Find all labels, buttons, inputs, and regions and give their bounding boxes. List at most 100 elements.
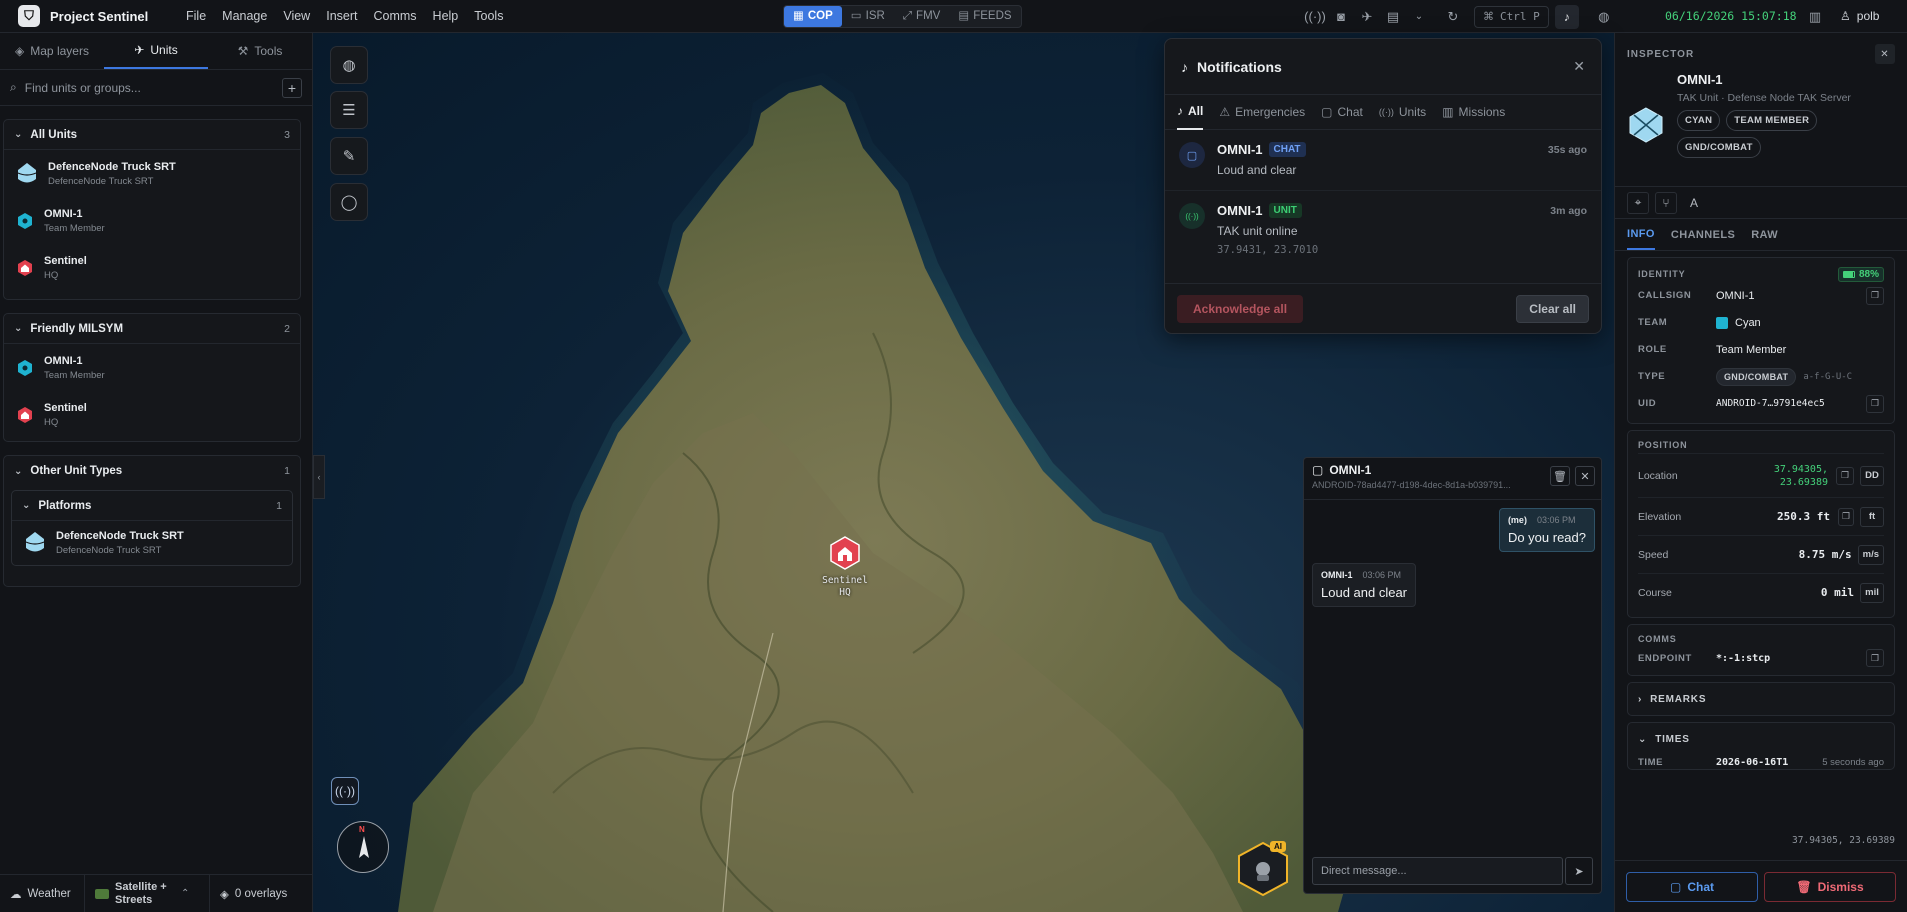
list-item[interactable]: DefenceNode Truck SRT DefenceNode Truck S… <box>12 521 292 565</box>
menu-manage[interactable]: Manage <box>214 0 275 33</box>
tab-raw[interactable]: RAW <box>1751 219 1778 250</box>
acknowledge-all-button[interactable]: Acknowledge all <box>1177 294 1304 323</box>
copy-location-button[interactable]: ❐ <box>1836 466 1854 485</box>
filter-tool-button[interactable]: ☰ <box>330 91 368 129</box>
tab-tools[interactable]: ⚒ Tools <box>208 33 312 69</box>
elevation-unit-button[interactable]: ft <box>1860 506 1884 527</box>
list-item[interactable]: OMNI-1 Team Member <box>4 197 300 244</box>
menu-tools[interactable]: Tools <box>466 0 511 33</box>
chat-icon: ▢ <box>1179 142 1205 168</box>
signal-icon: ((·)) <box>335 784 355 798</box>
close-notifications-button[interactable]: ✕ <box>1573 58 1585 75</box>
chat-uid: ANDROID-78ad4477-d198-4dec-8d1a-b039791.… <box>1312 480 1511 490</box>
tab-map-layers[interactable]: ◈ Map layers <box>0 33 104 69</box>
unit-badge: UNIT <box>1268 203 1302 218</box>
drone-icon[interactable]: ✈ <box>1354 0 1380 33</box>
dismiss-button[interactable]: 🗑 Dismiss <box>1764 871 1896 902</box>
mode-fmv-button[interactable]: ⤢ FMV <box>894 6 949 27</box>
tab-units[interactable]: ((·)) Units <box>1379 95 1426 130</box>
copy-uid-button[interactable]: ❐ <box>1866 394 1884 413</box>
sentinel-hq-marker[interactable] <box>829 536 861 570</box>
mode-cop-button[interactable]: ▦ COP <box>784 6 842 27</box>
label-button[interactable]: A <box>1683 192 1705 214</box>
camera-icon[interactable]: ◙ <box>1328 0 1354 33</box>
menu-file[interactable]: File <box>178 0 214 33</box>
position-card: POSITION Location 37.94305, 23.69389 ❐ DD… <box>1627 430 1895 618</box>
bell-icon: ♪ <box>1177 104 1183 118</box>
layout-icon[interactable]: ▤ <box>1380 0 1406 33</box>
remarks-section[interactable]: › REMARKS <box>1627 682 1895 716</box>
tab-all[interactable]: ♪ All <box>1177 95 1204 130</box>
chevron-down-icon[interactable]: ⌄ <box>1406 0 1432 33</box>
send-message-button[interactable]: ➤ <box>1565 857 1593 885</box>
group-header-all-units[interactable]: ⌄ All Units 3 <box>4 120 300 150</box>
menu-help[interactable]: Help <box>425 0 467 33</box>
type-row: TYPE GND/COMBAT a-f-G-U-C <box>1638 363 1884 390</box>
group-header-other[interactable]: ⌄ Other Unit Types 1 <box>4 456 300 486</box>
notification-tabs: ♪ All ⚠ Emergencies ▢ Chat ((·)) Units ▥ Miss… <box>1165 95 1601 130</box>
tab-info[interactable]: INFO <box>1627 219 1655 250</box>
list-item[interactable]: OMNI-1 Team Member <box>4 344 300 391</box>
tab-chat[interactable]: ▢ Chat <box>1321 95 1363 130</box>
comment-tool-button[interactable]: ◯ <box>330 183 368 221</box>
copy-elevation-button[interactable]: ❐ <box>1838 507 1854 526</box>
group-header-platforms[interactable]: ⌄ Platforms 1 <box>12 491 292 521</box>
center-on-unit-button[interactable]: ⌖ <box>1627 191 1649 214</box>
username: polb <box>1856 9 1880 23</box>
copy-endpoint-button[interactable]: ❐ <box>1866 649 1884 667</box>
globe-tool-button[interactable]: ◍ <box>330 46 368 84</box>
compass[interactable]: N <box>337 821 389 873</box>
mode-feeds-button[interactable]: ▤ FEEDS <box>949 6 1020 27</box>
route-button[interactable]: ⑂ <box>1655 191 1677 214</box>
close-inspector-button[interactable]: ✕ <box>1875 44 1895 64</box>
notifications-footer: Acknowledge all Clear all <box>1165 283 1601 333</box>
close-icon: ✕ <box>1880 48 1890 60</box>
collapse-left-panel-button[interactable]: ‹ <box>313 455 325 499</box>
overlays-button[interactable]: ◈ 0 overlays <box>210 875 297 912</box>
menu-insert[interactable]: Insert <box>318 0 365 33</box>
location-format-button[interactable]: DD <box>1860 465 1884 486</box>
grid-icon: ▤ <box>958 10 970 22</box>
group-header-friendly[interactable]: ⌄ Friendly MILSYM 2 <box>4 314 300 344</box>
basemap-selector[interactable]: Satellite + Streets ⌃ <box>85 874 210 912</box>
command-palette-button[interactable]: ⌘ Ctrl P <box>1474 5 1549 28</box>
notification-item[interactable]: ((·)) OMNI-1 UNIT 3m ago TAK unit online… <box>1165 191 1601 273</box>
notifications-bell-icon[interactable]: ♪ <box>1554 4 1579 29</box>
app-logo-icon[interactable]: ⛉ <box>18 5 40 27</box>
bell-icon: ♪ <box>1181 58 1188 75</box>
close-chat-button[interactable]: ✕ <box>1575 466 1595 486</box>
add-group-button[interactable]: + <box>282 77 302 98</box>
user-menu[interactable]: ♙ polb <box>1840 9 1879 23</box>
menu-view[interactable]: View <box>275 0 318 33</box>
copy-callsign-button[interactable]: ❐ <box>1866 286 1884 305</box>
tab-missions[interactable]: ▥ Missions <box>1442 95 1505 130</box>
unit-search-input[interactable] <box>24 80 274 95</box>
book-icon[interactable]: ▥ <box>1802 0 1828 33</box>
list-item[interactable]: Sentinel HQ <box>4 391 300 438</box>
tab-channels[interactable]: CHANNELS <box>1671 219 1735 250</box>
menu-comms[interactable]: Comms <box>365 0 424 33</box>
delete-chat-button[interactable]: 🗑 <box>1550 466 1570 486</box>
globe-icon[interactable]: ◍ <box>1591 0 1617 33</box>
monitor-icon: ▭ <box>850 10 862 22</box>
speed-unit-button[interactable]: m/s <box>1857 544 1884 565</box>
direct-message-input[interactable] <box>1312 857 1563 885</box>
menu-bar: File Manage View Insert Comms Help Tools <box>178 0 511 33</box>
layers-icon: ◈ <box>15 44 25 58</box>
broadcast-button[interactable]: ((·)) <box>331 777 359 805</box>
radio-icon[interactable]: ((·)) <box>1302 0 1328 33</box>
clear-all-button[interactable]: Clear all <box>1516 294 1589 323</box>
weather-toggle[interactable]: ☁ Weather <box>0 874 85 912</box>
unit-symbol-icon <box>1629 107 1663 143</box>
mode-isr-button[interactable]: ▭ ISR <box>842 6 894 27</box>
notification-item[interactable]: ▢ OMNI-1 CHAT 35s ago Loud and clear <box>1165 130 1601 191</box>
chat-button[interactable]: ▢ Chat <box>1626 871 1758 902</box>
draw-tool-button[interactable]: ✎ <box>330 137 368 175</box>
course-unit-button[interactable]: mil <box>1860 582 1884 603</box>
times-toggle[interactable]: ⌄ TIMES <box>1638 726 1884 752</box>
list-item[interactable]: DefenceNode Truck SRT DefenceNode Truck S… <box>4 150 300 197</box>
refresh-icon[interactable]: ↻ <box>1440 0 1466 33</box>
tab-units[interactable]: ✈ Units <box>104 33 208 69</box>
list-item[interactable]: Sentinel HQ <box>4 244 300 291</box>
tab-emergencies[interactable]: ⚠ Emergencies <box>1219 95 1305 130</box>
